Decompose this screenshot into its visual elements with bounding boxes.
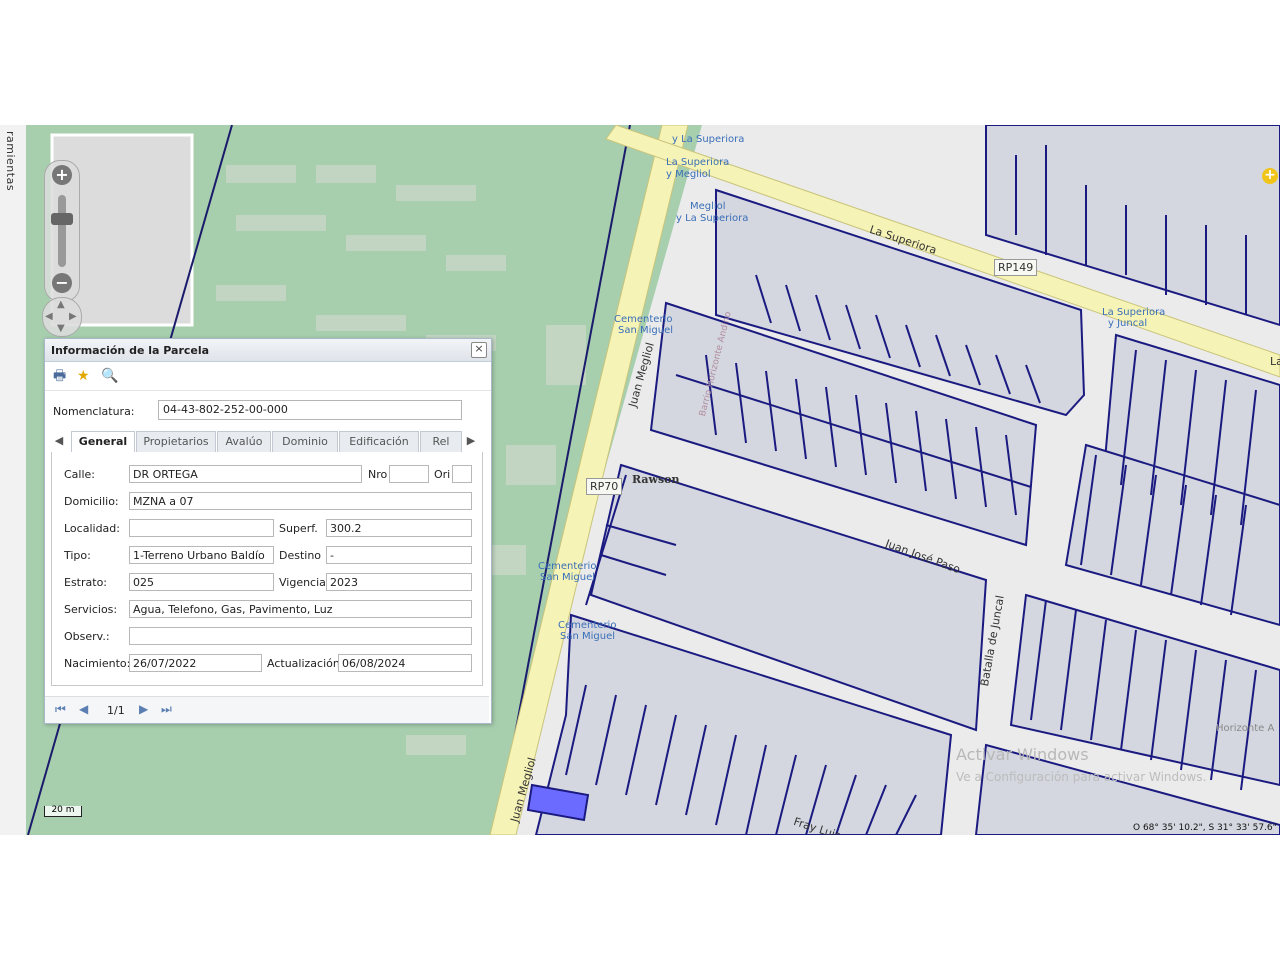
map-label-superiora-stop3: y Megliol [666,169,711,180]
vigencia-field[interactable]: 2023 [326,573,472,591]
estrato-label: Estrato: [64,576,108,589]
map-label-cementerio-2: Cementerio [538,561,597,572]
os-activation-watermark-sub: Ve a Configuración para activar Windows. [956,770,1207,784]
coordinate-readout: O 68° 35' 10.2", S 31° 33' 57.6" [1133,823,1277,833]
pan-control[interactable]: ▲ ▼ ◀ ▶ [42,297,82,337]
map-label-megliol-stop2: y La Superiora [676,213,749,224]
superf-field[interactable]: 300.2 [326,519,472,537]
nro-field[interactable] [389,465,429,483]
zoom-control[interactable]: + − [44,160,80,302]
tab-propietarios[interactable]: Propietarios [136,431,216,452]
magnifier-icon[interactable]: 🔍 [101,368,118,384]
map-label-juncal-stop2: y Juncal [1108,318,1148,329]
pan-down-icon[interactable]: ▼ [57,323,65,334]
parcel-info-panel: Información de la Parcela × 🖶 ★ 🔍 Nomenc… [44,338,492,724]
tipo-field[interactable]: 1-Terreno Urbano Baldío [129,546,274,564]
nomenclatura-row: Nomenclatura: 04-43-802-252-00-000 [45,391,491,425]
observ-label: Observ.: [64,630,110,643]
page-count: 1/1 [107,704,125,717]
nomenclatura-label: Nomenclatura: [53,405,135,418]
map-label-megliol-stop: Megliol [690,201,726,212]
pan-left-icon[interactable]: ◀ [45,311,53,322]
map-label-edge-la: La [1270,355,1280,368]
tabs-scroll-left-icon[interactable]: ◀ [51,431,67,451]
tab-general[interactable]: General [71,431,135,453]
servicios-field[interactable]: Agua, Telefono, Gas, Pavimento, Luz [129,600,472,618]
actualizacion-field[interactable]: 06/08/2024 [338,654,472,672]
map-label-cementerio-1: Cementerio [614,314,673,325]
calle-field[interactable]: DR ORTEGA [129,465,362,483]
record-pager: ⏮ ◀ 1/1 ▶ ⏭ [45,696,489,723]
estrato-field[interactable]: 025 [129,573,274,591]
close-button[interactable]: × [471,342,487,358]
vigencia-label: Vigencia [279,576,326,589]
pan-up-icon[interactable]: ▲ [57,299,65,310]
os-activation-watermark: Activar Windows [956,745,1089,764]
nro-label: Nro [368,468,388,481]
print-icon[interactable]: 🖶 [53,368,66,384]
domicilio-field[interactable]: MZNA a 07 [129,492,472,510]
zoom-slider-handle[interactable] [51,213,73,225]
panel-title: Información de la Parcela [51,344,210,357]
tipo-label: Tipo: [64,549,91,562]
servicios-label: Servicios: [64,603,118,616]
localidad-field[interactable] [129,519,274,537]
zoom-in-button[interactable]: + [52,165,72,185]
tab-dominio[interactable]: Dominio [272,431,338,452]
map-label-juncal-stop: La Superiora [1102,307,1166,318]
general-form: Calle: DR ORTEGA Nro Ori Domicilio: MZNA… [51,452,483,686]
map-label-superiora-stop2: La Superiora [666,157,730,168]
panel-header[interactable]: Información de la Parcela × [45,339,491,362]
map-label-rawson: Rawson [632,473,680,486]
tabs-scroll-right-icon[interactable]: ▶ [463,431,479,451]
zoom-out-button[interactable]: − [52,273,72,293]
tools-sidebar-label: ramientas [4,131,17,192]
pan-right-icon[interactable]: ▶ [69,311,77,322]
map-badge-rp149: RP149 [994,259,1038,276]
map-label-superiora-stop: y La Superiora [672,134,745,145]
map-label-cementerio-1b: San Miguel [618,325,674,336]
panel-toolbar: 🖶 ★ 🔍 [45,362,491,391]
first-page-icon[interactable]: ⏮ [55,703,66,715]
tools-sidebar[interactable]: ramientas [0,125,27,835]
ori-field[interactable] [452,465,472,483]
top-blank-area [0,0,1280,125]
tab-edificacion[interactable]: Edificación [339,431,419,452]
map-label-cementerio-2b: San Miguel [540,572,596,583]
add-layer-button[interactable]: + [1262,168,1278,184]
last-page-icon[interactable]: ⏭ [161,703,172,715]
previous-page-icon[interactable]: ◀ [79,703,88,715]
tab-bar: ◀ General Propietarios Avalúo Dominio Ed… [51,430,481,453]
map-label-horizonte: Horizonte A [1216,723,1275,734]
map-badge-rp70: RP70 [586,478,623,495]
superf-label: Superf. [279,522,318,535]
ori-label: Ori [434,468,451,481]
next-page-icon[interactable]: ▶ [139,703,148,715]
calle-label: Calle: [64,468,96,481]
nacimiento-label: Nacimiento: [64,657,131,670]
nacimiento-field[interactable]: 26/07/2022 [129,654,262,672]
map-label-cementerio-3b: San Miguel [560,631,616,642]
star-icon[interactable]: ★ [77,368,90,384]
zoom-slider-track[interactable] [58,195,66,267]
tab-rel[interactable]: Rel [420,431,462,452]
actualizacion-label: Actualización [267,657,340,670]
tab-avaluo[interactable]: Avalúo [217,431,271,452]
nomenclatura-field[interactable]: 04-43-802-252-00-000 [158,400,462,420]
observ-field[interactable] [129,627,472,645]
domicilio-label: Domicilio: [64,495,119,508]
map-label-cementerio-3: Cementerio [558,620,617,631]
destino-label: Destino [279,549,322,562]
scale-bar: 20 m [44,806,82,817]
localidad-label: Localidad: [64,522,120,535]
destino-field[interactable]: - [326,546,472,564]
